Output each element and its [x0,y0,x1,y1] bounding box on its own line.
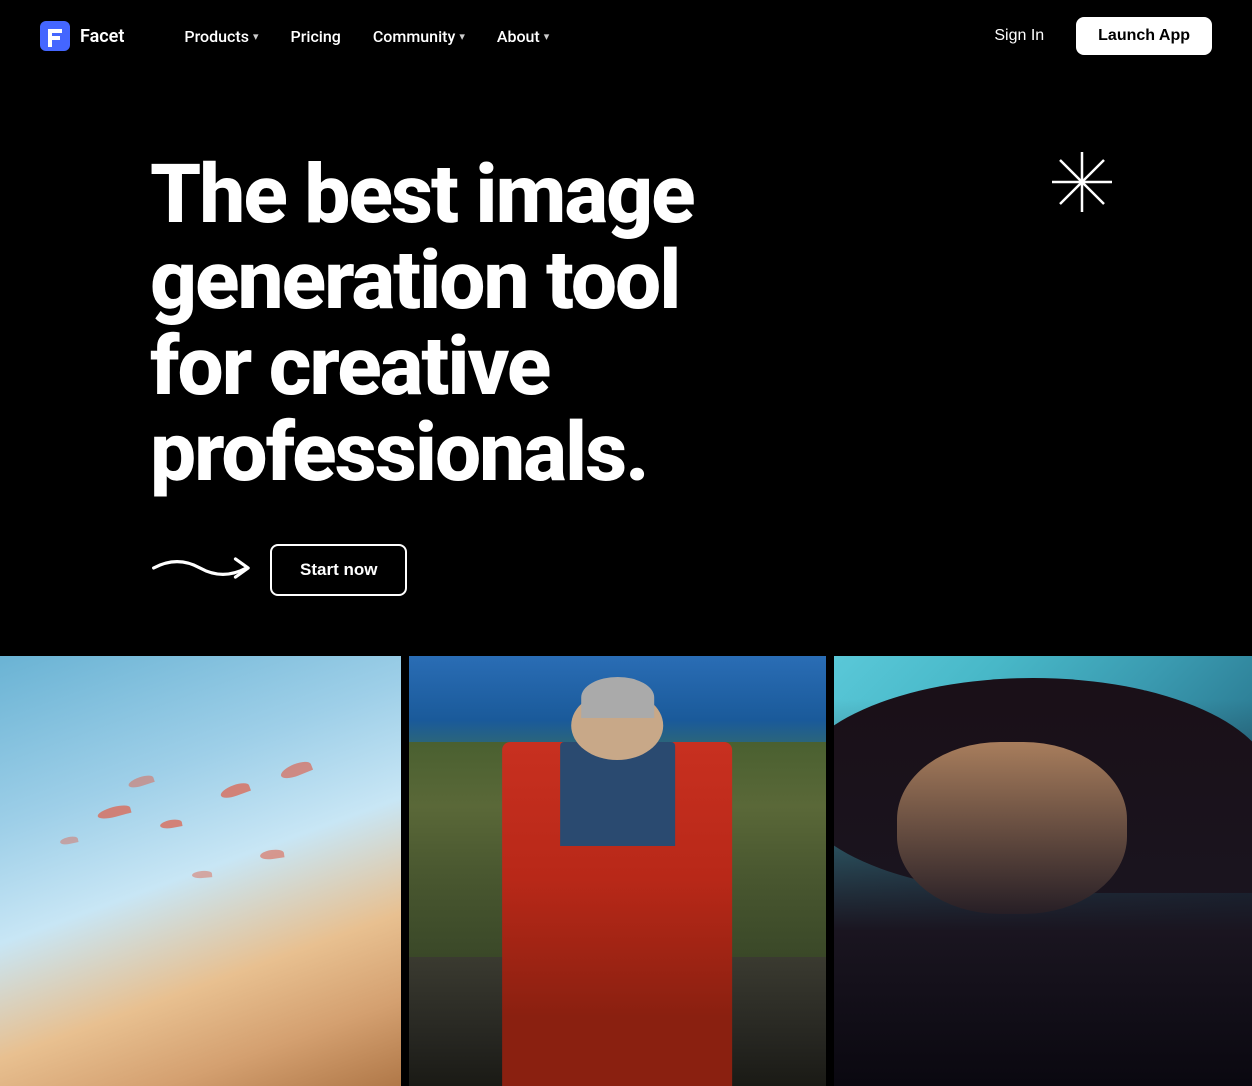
sky-image [0,656,401,1086]
nav-left: Facet Products ▾ Pricing Community ▾ Abo… [40,19,561,54]
logo-icon [40,21,70,51]
chevron-down-icon: ▾ [253,30,259,43]
sign-in-button[interactable]: Sign In [978,19,1060,53]
man-head [572,691,664,760]
chevron-down-icon: ▾ [459,30,465,43]
nav-links: Products ▾ Pricing Community ▾ About ▾ [172,19,561,54]
chevron-down-icon: ▾ [544,30,550,43]
man-figure [503,742,733,1086]
star-decoration-icon [1052,152,1112,212]
hero-section: The best image generation tool for creat… [0,72,1252,656]
launch-app-button[interactable]: Launch App [1076,17,1212,55]
image-gallery [0,656,1252,1086]
hero-cta-row: Start now [150,544,1212,596]
nav-item-pricing[interactable]: Pricing [279,19,353,54]
portrait-image [834,656,1252,1086]
hero-headline: The best image generation tool for creat… [150,152,1010,496]
nav-right: Sign In Launch App [978,17,1212,55]
gallery-item-sky [0,656,401,1086]
arrow-decoration [150,548,250,592]
gallery-item-portrait [834,656,1252,1086]
nav-item-about[interactable]: About ▾ [485,19,561,54]
arrow-icon [150,548,250,588]
nav-item-community[interactable]: Community ▾ [361,19,477,54]
navbar: Facet Products ▾ Pricing Community ▾ Abo… [0,0,1252,72]
gallery-gap-1 [401,656,409,1086]
gallery-item-man [409,656,827,1086]
man-image [409,656,827,1086]
nav-item-products[interactable]: Products ▾ [172,19,270,54]
portrait-body [834,699,1252,1086]
logo[interactable]: Facet [40,21,124,51]
gallery-gap-2 [826,656,834,1086]
start-now-button[interactable]: Start now [270,544,407,596]
logo-text: Facet [80,26,124,47]
